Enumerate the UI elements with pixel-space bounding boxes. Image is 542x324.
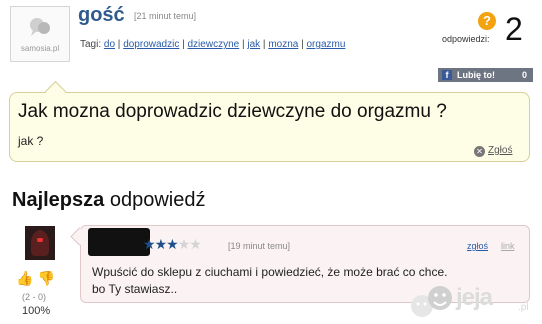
question-body: jak ?	[18, 134, 44, 148]
star-filled-icon: ★	[154, 236, 168, 252]
report-question-button[interactable]: ✕ Zgłoś	[474, 145, 512, 157]
tag-link[interactable]: orgazmu	[306, 39, 345, 50]
star-empty-icon: ★	[177, 236, 191, 252]
question-mark-icon: ?	[478, 12, 496, 30]
watermark-text: jeja	[456, 284, 493, 311]
speech-bubbles-icon	[30, 18, 50, 36]
best-answer-heading-bold: Najlepsza	[12, 189, 105, 211]
best-answer-heading-rest: odpowiedź	[104, 189, 206, 211]
avatar-eye	[37, 238, 43, 242]
vote-controls: 👍 👎	[16, 270, 55, 287]
report-answer-link[interactable]: zgłoś	[467, 241, 488, 251]
report-label: Zgłoś	[488, 145, 513, 156]
tag-link[interactable]: mozna	[268, 39, 298, 50]
like-count: 0	[521, 70, 527, 80]
tag-list: Tagi: do | doprowadzic | dziewczyne | ja…	[80, 39, 346, 50]
question-title: Jak mozna doprowadzic dziewczyne do orga…	[18, 101, 447, 122]
avatar-figure	[31, 230, 49, 256]
answer-text-line: Wpuścić do sklepu z ciuchami i powiedzie…	[92, 265, 448, 279]
star-filled-icon: ★	[143, 236, 156, 252]
thumbs-up-icon[interactable]: 👍	[16, 270, 33, 286]
tag-link[interactable]: jak	[247, 39, 260, 50]
vote-tally: (2 - 0)	[22, 292, 47, 302]
like-label: Lubię to!	[457, 70, 495, 80]
answers-label: odpowiedzi:	[442, 34, 490, 44]
facebook-icon: f	[442, 70, 452, 80]
vote-percent: 100%	[22, 305, 51, 317]
author-name[interactable]: gość	[78, 4, 125, 27]
tag-link[interactable]: do	[104, 39, 115, 50]
like-button[interactable]: f Lubię to! 0	[438, 68, 533, 82]
watermark-tld: .pl	[518, 302, 529, 313]
tags-label: Tagi:	[80, 39, 102, 50]
close-icon: ✕	[474, 146, 485, 157]
redacted-username	[88, 228, 150, 256]
tag-link[interactable]: doprowadzic	[123, 39, 179, 50]
star-empty-icon: ★	[189, 236, 202, 252]
answer-time: [19 minut temu]	[228, 241, 291, 251]
rating-stars: ★★★★★	[143, 236, 202, 253]
tag-link[interactable]: dziewczyne	[188, 39, 240, 50]
permalink-link[interactable]: link	[501, 241, 515, 251]
jeja-watermark: jeja .pl	[408, 282, 542, 324]
thumbs-down-icon[interactable]: 👎	[37, 270, 54, 286]
asker-avatar[interactable]: samosia.pl	[10, 6, 70, 62]
answerer-avatar[interactable]	[25, 226, 55, 260]
star-filled-icon: ★	[166, 236, 179, 252]
smiley-faces-logo	[411, 286, 452, 317]
best-answer-heading: Najlepsza odpowiedź	[12, 189, 205, 212]
question-time: [21 minut temu]	[134, 11, 197, 21]
avatar-brand: samosia.pl	[20, 44, 60, 53]
answers-count: 2	[505, 11, 523, 47]
